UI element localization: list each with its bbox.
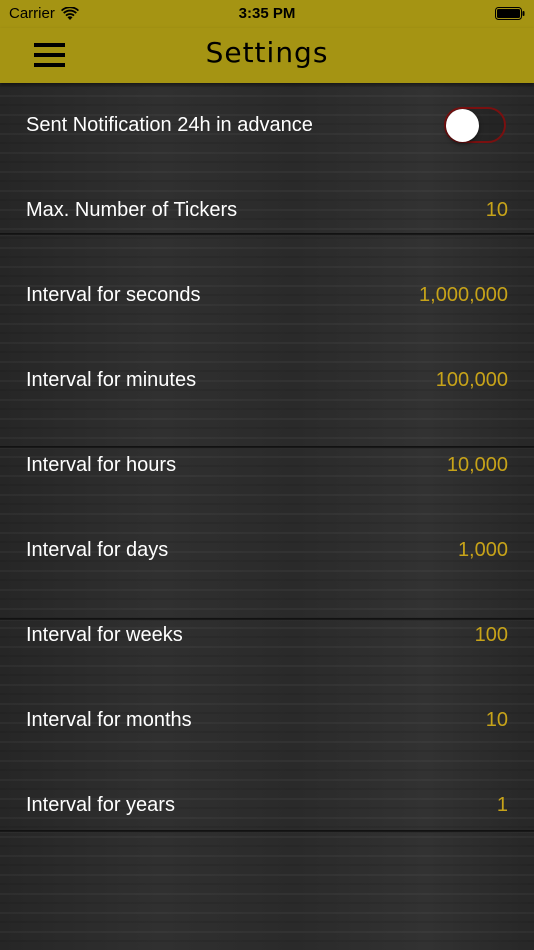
setting-value[interactable]: 100,000 <box>436 369 508 392</box>
setting-row-hours[interactable]: Interval for hours 10,000 <box>0 424 534 509</box>
setting-label: Interval for days <box>26 539 169 561</box>
setting-label: Interval for weeks <box>26 624 183 646</box>
setting-value[interactable]: 10 <box>486 709 508 732</box>
setting-value[interactable]: 1 <box>497 794 508 817</box>
setting-value[interactable]: 1,000,000 <box>419 284 508 307</box>
setting-value[interactable]: 100 <box>475 624 508 647</box>
setting-value[interactable]: 1,000 <box>458 539 508 562</box>
setting-label: Max. Number of Tickers <box>26 199 238 221</box>
setting-label: Interval for seconds <box>26 284 201 306</box>
setting-row-notification[interactable]: Sent Notification 24h in advance <box>0 84 534 169</box>
setting-label: Interval for minutes <box>26 369 197 391</box>
setting-label: Interval for hours <box>26 454 177 476</box>
notification-toggle[interactable] <box>444 107 506 143</box>
battery-icon <box>495 7 525 20</box>
setting-row-days[interactable]: Interval for days 1,000 <box>0 509 534 594</box>
setting-value[interactable]: 10,000 <box>447 454 508 477</box>
setting-row-months[interactable]: Interval for months 10 <box>0 679 534 764</box>
setting-label: Interval for years <box>26 794 175 816</box>
setting-value[interactable]: 10 <box>486 199 508 222</box>
toggle-knob <box>446 109 479 142</box>
status-bar: Carrier 3:35 PM <box>0 0 534 28</box>
setting-row-years[interactable]: Interval for years 1 <box>0 764 534 849</box>
navigation-bar: Settings <box>0 28 534 83</box>
setting-label: Sent Notification 24h in advance <box>26 114 313 136</box>
setting-row-weeks[interactable]: Interval for weeks 100 <box>0 594 534 679</box>
setting-label: Interval for months <box>26 709 192 731</box>
setting-row-minutes[interactable]: Interval for minutes 100,000 <box>0 339 534 424</box>
setting-row-max-tickers[interactable]: Max. Number of Tickers 10 <box>0 169 534 254</box>
page-title: Settings <box>205 36 329 69</box>
setting-row-seconds[interactable]: Interval for seconds 1,000,000 <box>0 254 534 339</box>
status-time: 3:35 PM <box>238 5 296 22</box>
